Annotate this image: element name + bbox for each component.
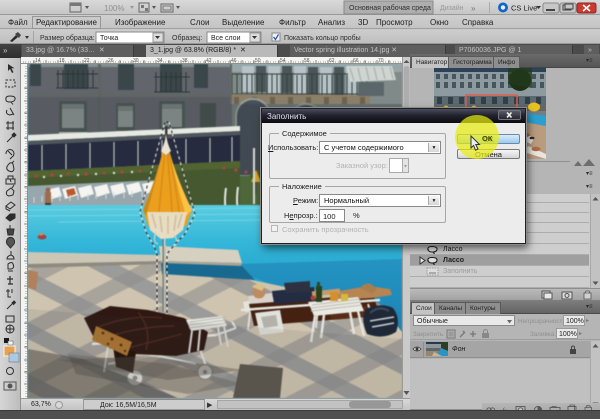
svg-text:Размер образца:: Размер образца:: [40, 34, 95, 42]
svg-text:»: »: [471, 4, 476, 13]
svg-text:Все слои: Все слои: [211, 35, 241, 42]
svg-text:Основная рабочая среда: Основная рабочая среда: [349, 4, 431, 12]
svg-text:CS Live: CS Live: [511, 4, 537, 13]
svg-text:Точка: Точка: [100, 35, 118, 42]
svg-text:100%: 100%: [104, 4, 124, 13]
svg-text:Показать кольцо пробы: Показать кольцо пробы: [284, 34, 361, 42]
svg-text:Дизайн: Дизайн: [440, 4, 464, 12]
svg-text:Образец:: Образец:: [172, 34, 202, 42]
